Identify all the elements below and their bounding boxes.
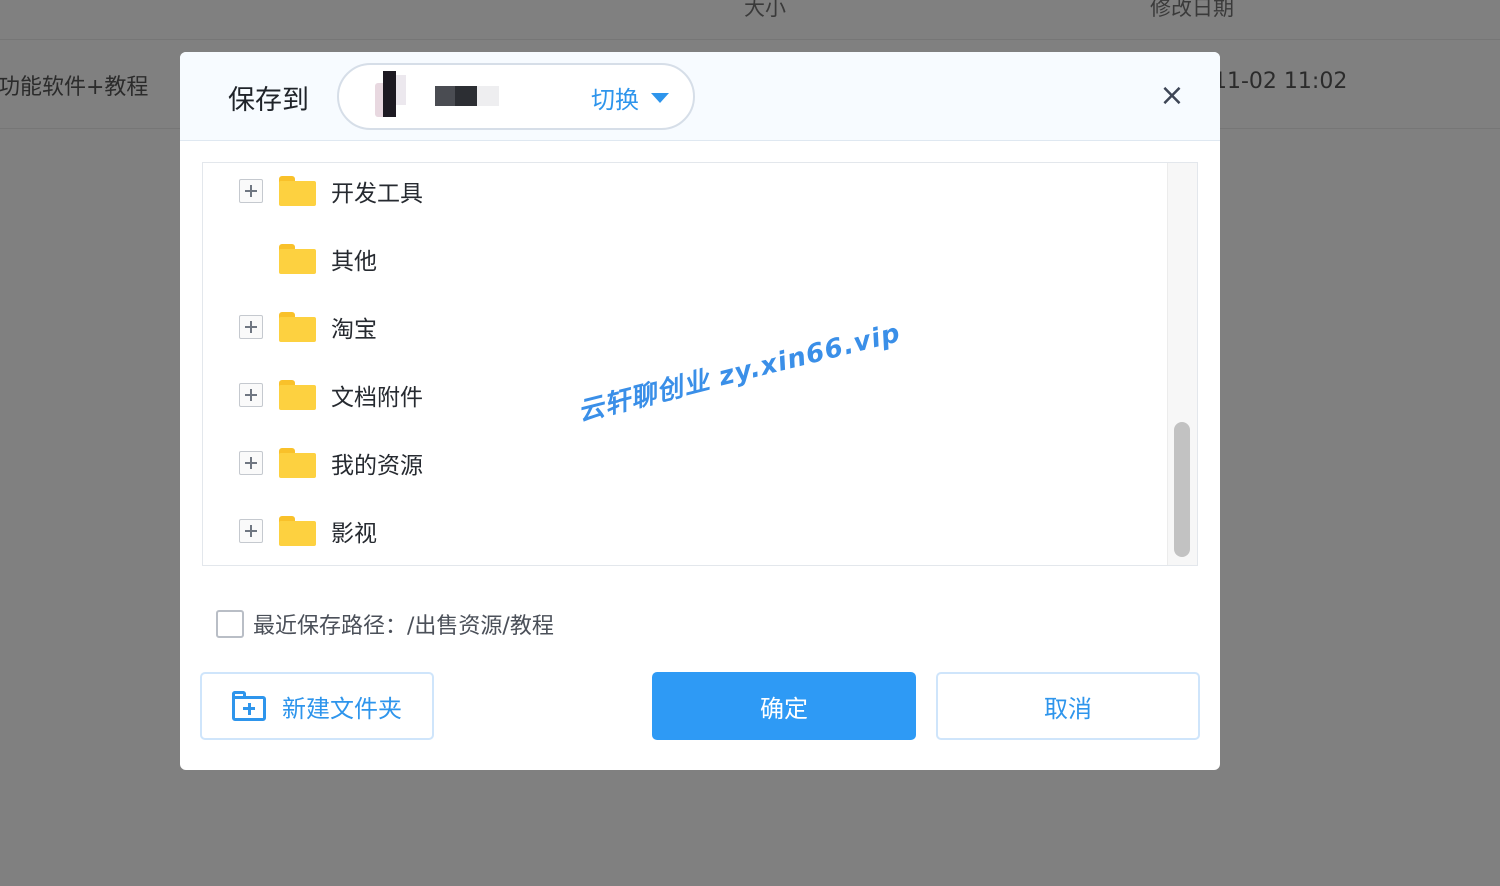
folder-name: 淘宝 <box>331 317 377 343</box>
expand-plus-icon[interactable] <box>239 315 263 339</box>
expand-plus-icon[interactable] <box>239 519 263 543</box>
folder-name: 文档附件 <box>331 385 423 411</box>
new-folder-button[interactable]: 新建文件夹 <box>200 672 434 740</box>
confirm-button[interactable]: 确定 <box>652 672 916 740</box>
expand-plus-icon[interactable] <box>239 179 263 203</box>
folder-name: 我的资源 <box>331 453 423 479</box>
folder-icon <box>279 448 316 478</box>
cancel-button[interactable]: 取消 <box>936 672 1200 740</box>
folder-name: 开发工具 <box>331 181 423 207</box>
column-size[interactable]: 大小 <box>744 0 786 22</box>
switch-account-button[interactable]: 切换 <box>591 80 669 115</box>
folder-icon <box>279 176 316 206</box>
recent-path-option[interactable]: 最近保存路径：/出售资源/教程 <box>216 608 554 640</box>
dialog-title: 保存到 <box>228 85 309 116</box>
account-selector[interactable]: 切换 <box>337 63 695 130</box>
caret-down-icon <box>651 92 669 103</box>
column-modified-date[interactable]: 修改日期 <box>1150 0 1234 22</box>
close-icon[interactable]: × <box>1157 78 1187 113</box>
file-date: 11-02 11:02 <box>1213 69 1348 94</box>
folder-icon <box>279 312 316 342</box>
account-name-blurred <box>435 86 501 106</box>
save-to-dialog: 保存到 切换 × 开发工具 其他 淘宝 文档附件 我的资源 影视 云轩聊创业 z… <box>180 52 1220 770</box>
expand-plus-icon[interactable] <box>239 451 263 475</box>
tree-row-folder[interactable]: 影视 <box>203 501 1165 561</box>
recent-path-label: 最近保存路径：/出售资源/教程 <box>253 614 554 639</box>
file-name: 功能软件+教程 <box>0 75 149 100</box>
recent-path-checkbox[interactable] <box>216 610 244 638</box>
folder-name: 其他 <box>331 249 377 275</box>
tree-row-folder[interactable]: 我的资源 <box>203 433 1165 493</box>
new-folder-icon <box>232 691 266 721</box>
tree-row-folder[interactable]: 其他 <box>203 229 1165 289</box>
tree-row-folder[interactable]: 开发工具 <box>203 163 1165 221</box>
scrollbar-track[interactable] <box>1167 163 1197 565</box>
new-folder-label: 新建文件夹 <box>282 694 402 723</box>
dialog-header: 保存到 切换 × <box>180 52 1220 141</box>
avatar <box>367 69 415 121</box>
expand-plus-icon[interactable] <box>239 383 263 407</box>
folder-icon <box>279 380 316 410</box>
switch-label: 切换 <box>591 86 639 114</box>
folder-name: 影视 <box>331 521 377 547</box>
folder-icon <box>279 516 316 546</box>
folder-icon <box>279 244 316 274</box>
tree-row-folder[interactable]: 淘宝 <box>203 297 1165 357</box>
scrollbar-thumb[interactable] <box>1174 422 1190 557</box>
file-list-header: 大小 修改日期 <box>0 0 1500 40</box>
